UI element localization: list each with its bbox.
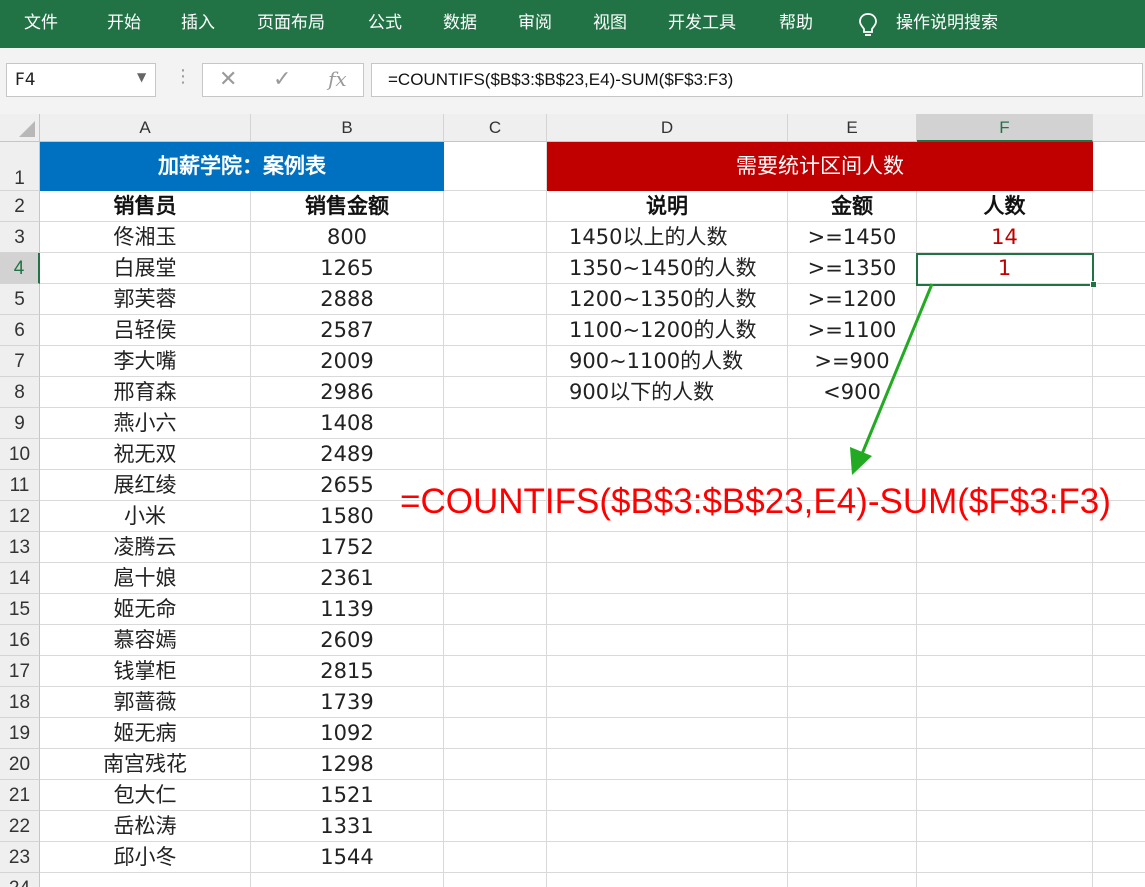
tab-review[interactable]: 审阅 [518,0,552,48]
tell-me-search[interactable]: 操作说明搜索 [896,0,998,48]
drag-handle-icon[interactable]: ⋮ [174,66,192,87]
tab-home[interactable]: 开始 [107,0,141,48]
tab-insert[interactable]: 插入 [181,0,215,48]
formula-text: =COUNTIFS($B$3:$B$23,E4)-SUM($F$3:F3) [388,70,734,89]
tab-developer[interactable]: 开发工具 [668,0,736,48]
chevron-down-icon[interactable]: ▼ [137,70,146,84]
worksheet-grid[interactable]: A B C D E F 1 2 3 4 5 6 7 8 9 10 11 12 13 14 15 16 17 18 1… [0,114,1145,887]
ribbon-menu: 文件 开始 插入 页面布局 公式 数据 审阅 视图 开发工具 帮助 操作说明搜索 [0,0,1145,48]
tab-page-layout[interactable]: 页面布局 [257,0,325,48]
tab-help[interactable]: 帮助 [779,0,813,48]
name-box[interactable]: F4 ▼ [6,63,156,97]
tab-file[interactable]: 文件 [24,0,58,48]
formula-annotation: =COUNTIFS($B$3:$B$23,E4)-SUM($F$3:F3) [400,482,1111,521]
enter-icon[interactable]: ✓ [273,67,291,92]
name-box-value: F4 [15,70,36,90]
tab-formulas[interactable]: 公式 [368,0,402,48]
insert-function-icon[interactable]: fx [328,67,347,91]
tab-view[interactable]: 视图 [593,0,627,48]
cancel-icon[interactable]: ✕ [219,67,237,92]
lightbulb-icon[interactable] [857,12,879,38]
tab-data[interactable]: 数据 [443,0,477,48]
formula-buttons: ✕ ✓ fx [202,63,364,97]
formula-input[interactable]: =COUNTIFS($B$3:$B$23,E4)-SUM($F$3:F3) [371,63,1143,97]
